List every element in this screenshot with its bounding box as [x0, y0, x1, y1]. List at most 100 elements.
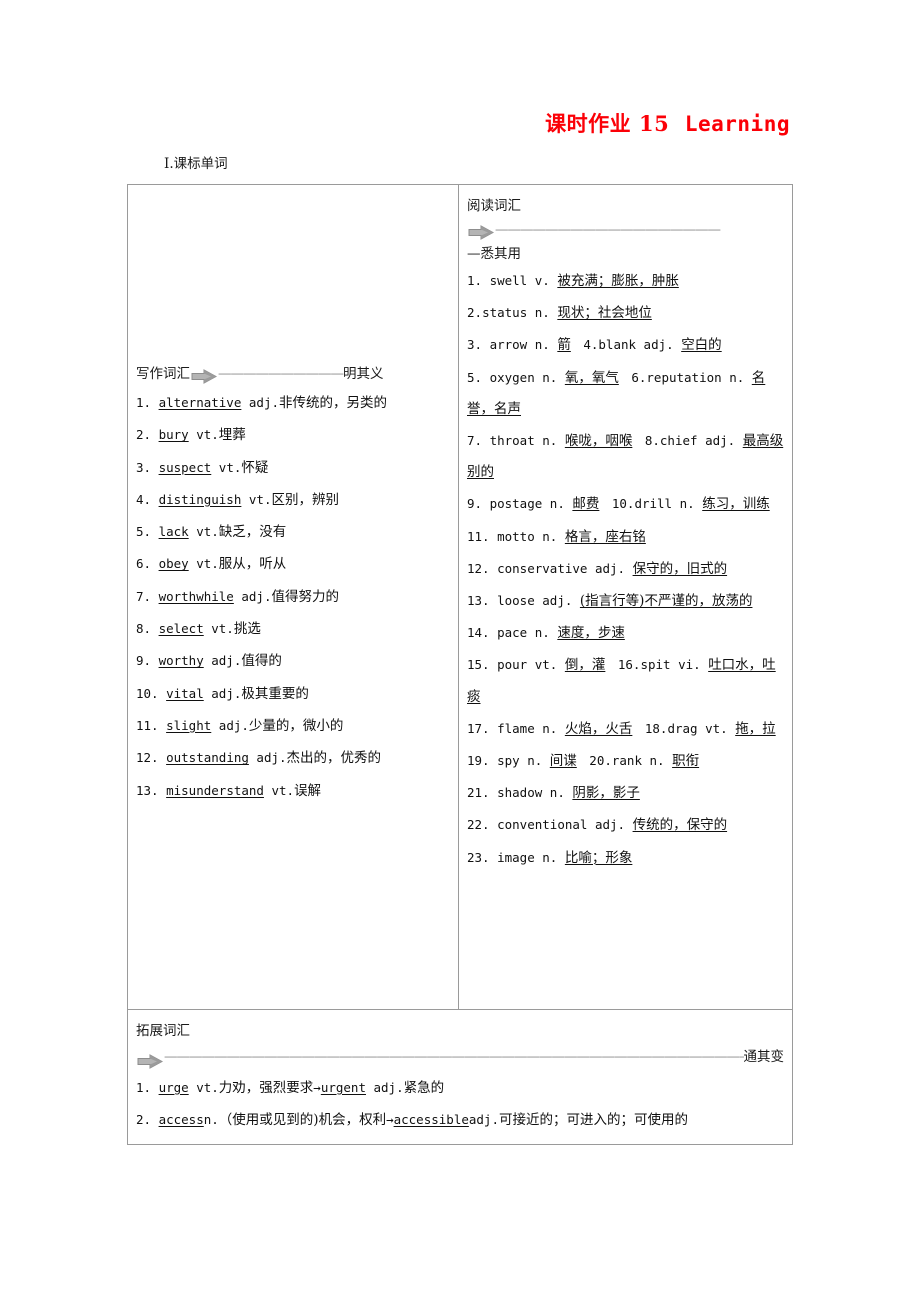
item-definition: 力劝，强烈要求: [218, 1080, 314, 1096]
item-derived-word: accessible: [393, 1112, 469, 1127]
item-word: adj.: [587, 817, 633, 833]
reading-vocabulary-item: 2.status n. 现状；社会地位: [467, 297, 786, 329]
extension-vocabulary-cell: 拓展词汇 ———————————————————————————————————…: [128, 1010, 792, 1144]
item-word: pace: [497, 625, 528, 641]
item-word: adj.: [534, 593, 580, 609]
item-word: 19.: [467, 753, 498, 769]
item-pos: vt.: [211, 459, 242, 475]
item-word: drill: [634, 496, 673, 512]
extension-vocabulary-label: 拓展词汇: [136, 1023, 190, 1039]
reading-vocabulary-item: 9. postage n. 邮费 10.drill n. 练习，训练: [467, 488, 786, 520]
writing-vocabulary-item: 11. slight adj.少量的，微小的: [136, 710, 454, 742]
table-row: 拓展词汇 ———————————————————————————————————…: [128, 1010, 792, 1144]
item-word: n.: [534, 369, 565, 385]
item-number: 2.: [136, 427, 159, 443]
item-word: n.: [672, 496, 703, 512]
reading-vocabulary-item: 19. spy n. 间谍 20.rank n. 职衔: [467, 745, 786, 777]
item-word: 2.: [467, 305, 483, 321]
item-word: n.: [542, 785, 573, 801]
item-word: outstanding: [166, 750, 249, 766]
item-definition: 少量的，微小的: [248, 717, 344, 734]
item-number: 7.: [136, 588, 159, 604]
item-number: 2.: [136, 1112, 159, 1127]
right-arrow-icon: [137, 1050, 164, 1069]
writing-vocabulary-item: 7. worthwhile adj.值得努力的: [136, 581, 454, 613]
reading-vocabulary-list: 1. swell v. 被充满；膨胀，肿胀 2.status n. 现状；社会地位…: [467, 265, 786, 874]
reading-vocabulary-item: 22. conventional adj. 传统的，保守的: [467, 809, 786, 841]
item-word: 12.: [467, 560, 498, 576]
reading-vocabulary-inner: 阅读词汇 —————————————————— —悉其用 1. swell v.…: [467, 195, 786, 874]
item-word: access: [158, 1112, 204, 1127]
item-derived-definition: 可接近的；可进入的；可使用的: [498, 1112, 688, 1128]
item-word: worthwhile: [158, 588, 234, 604]
item-word: vt.: [527, 657, 565, 673]
writing-vocabulary-item: 4. distinguish vt.区别，辨别: [136, 484, 454, 516]
item-word: suspect: [158, 459, 212, 475]
extension-vocabulary-header: ————————————————————————————————————————…: [136, 1042, 784, 1072]
item-number: 12.: [136, 750, 167, 766]
table-row: 写作词汇 —————————— 明其义 1. alternative adj.非…: [128, 185, 792, 1010]
item-definition: (指言行等)不严谨的，放荡的: [579, 593, 753, 610]
item-number: 1.: [136, 395, 159, 410]
item-word: pour: [497, 657, 528, 673]
item-word: vital: [166, 685, 204, 701]
item-word: arrow: [489, 337, 528, 353]
item-word: adj.: [587, 560, 633, 576]
item-word: postage: [489, 496, 543, 512]
item-word: n.: [641, 753, 673, 769]
item-word: rank: [611, 753, 642, 769]
item-pos: adj.: [233, 588, 272, 604]
item-definition: 传统的，保守的: [632, 817, 728, 834]
item-definition: 氧，氧气: [564, 369, 619, 386]
item-definition: 间谍: [549, 753, 577, 770]
writing-vocabulary-item: 13. misunderstand vt.误解: [136, 775, 454, 807]
item-pos: vt.: [203, 621, 234, 637]
item-number: 13.: [136, 782, 167, 798]
writing-vocabulary-item: 3. suspect vt.怀疑: [136, 452, 454, 484]
item-word: n.: [527, 337, 558, 353]
reading-vocabulary-item: 11. motto n. 格言，座右铭: [467, 521, 786, 553]
item-word: urge: [158, 1080, 189, 1095]
item-word: n.: [534, 720, 565, 736]
reading-vocabulary-header: ——————————————————: [467, 217, 786, 243]
item-definition: 邮费: [572, 496, 600, 513]
reading-vocabulary-item: 23. image n. 比喻；形象: [467, 842, 786, 874]
item-word: 16.: [605, 657, 641, 673]
item-word: throat: [489, 433, 535, 449]
item-word: 14.: [467, 625, 498, 641]
reading-vocabulary-tail: —悉其用: [467, 246, 521, 262]
writing-vocabulary-list: 1. alternative adj.非传统的，另类的 2. bury vt.埋葬…: [136, 387, 454, 807]
item-word: 11.: [467, 528, 498, 544]
item-definition: 速度，步速: [557, 625, 625, 642]
item-derived-word: urgent: [320, 1080, 366, 1095]
item-word: 21.: [467, 785, 498, 801]
writing-vocabulary-item: 2. bury vt.埋葬: [136, 419, 454, 451]
writing-vocabulary-item: 1. alternative adj.非传统的，另类的: [136, 387, 454, 419]
item-definition: 现状；社会地位: [557, 305, 652, 322]
item-word: worthy: [158, 653, 204, 669]
item-definition: 被充满；膨胀，肿胀: [557, 273, 679, 289]
item-word: v.: [527, 273, 558, 288]
item-definition: 杰出的，优秀的: [286, 750, 382, 767]
item-word: select: [158, 621, 204, 637]
item-word: bury: [158, 427, 189, 443]
item-word: loose: [497, 593, 535, 609]
item-word: n.: [519, 753, 550, 769]
item-definition: 火焰，火舌: [564, 720, 633, 737]
item-word: n.: [534, 528, 565, 544]
item-word: n.: [534, 849, 565, 865]
item-word: alternative: [158, 395, 242, 410]
page-title: 课时作业 15 Learning: [0, 108, 790, 138]
reading-vocabulary-rule: ——————————————————: [495, 222, 721, 238]
item-word: shadow: [497, 785, 543, 801]
item-word: 5.: [467, 369, 490, 385]
item-definition: 区别，辨别: [271, 491, 339, 508]
item-pos: n.: [203, 1112, 219, 1127]
item-word: conservative: [497, 560, 588, 576]
writing-vocabulary-item: 12. outstanding adj.杰出的，优秀的: [136, 742, 454, 774]
extension-vocabulary-list: 1. urge vt.力劝，强烈要求→urgent adj.紧急的 2. acce…: [136, 1072, 784, 1136]
item-pos: vt.: [188, 1080, 219, 1095]
item-number: 5.: [136, 524, 159, 540]
item-word: lack: [158, 524, 189, 540]
item-definition: 保守的，旧式的: [632, 560, 728, 577]
